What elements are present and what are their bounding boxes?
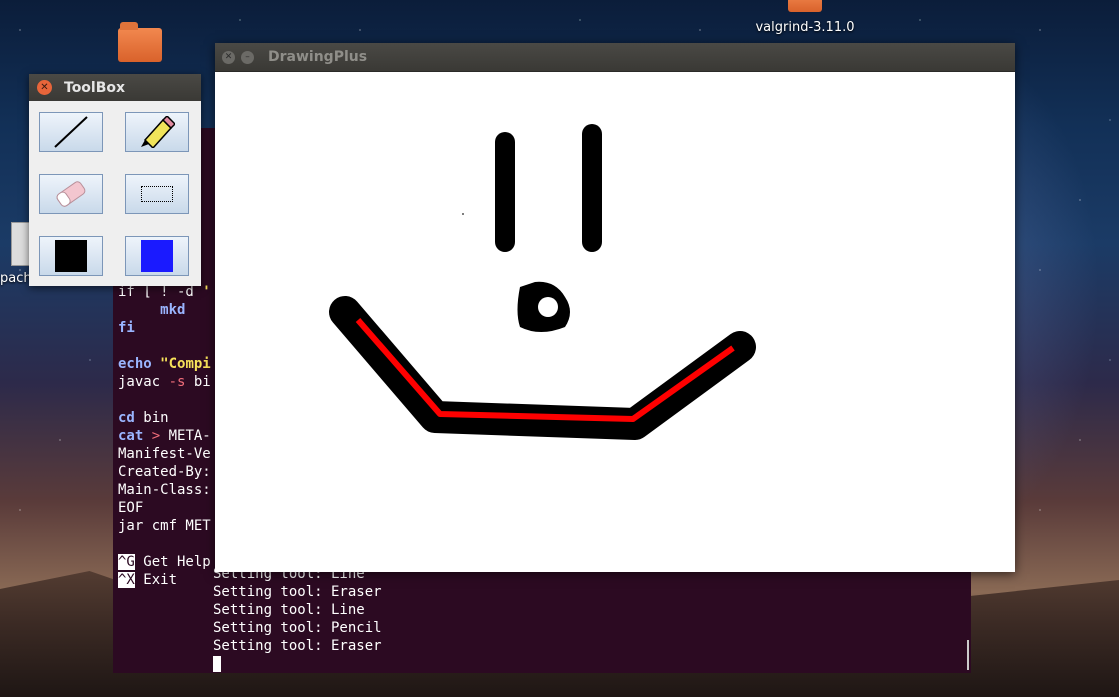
toolbox-window[interactable]: ✕ ToolBox: [29, 74, 201, 286]
terminal-code-line: mkd: [118, 302, 186, 318]
drawing-canvas[interactable]: [215, 72, 1015, 572]
pencil-icon: [141, 116, 175, 148]
terminal-code-line: EOF: [118, 500, 144, 516]
line-icon: [54, 116, 88, 148]
eraser-tool-button[interactable]: [39, 174, 103, 214]
terminal-cursor: [213, 656, 221, 672]
secondary-color-button[interactable]: [125, 236, 189, 276]
terminal-shortcut: ^X Exit: [118, 572, 178, 588]
toolbox-title: ToolBox: [64, 79, 126, 96]
drawing-window[interactable]: ✕ – DrawingPlus: [215, 43, 1015, 572]
terminal-output-line: Setting tool: Eraser: [213, 584, 382, 600]
nose-hole: [538, 297, 558, 317]
terminal-code-line: Main-Class:: [118, 482, 211, 498]
terminal-code-line: Manifest-Ve: [118, 446, 211, 462]
pencil-tool-button[interactable]: [125, 112, 189, 152]
canvas-drawing: [329, 124, 756, 440]
eraser-icon: [56, 181, 86, 207]
terminal-code-line: fi: [118, 320, 135, 336]
select-tool-button[interactable]: [125, 174, 189, 214]
selection-rectangle-icon: [141, 186, 173, 202]
drawing-titlebar[interactable]: ✕ – DrawingPlus: [215, 43, 1015, 72]
terminal-scrollbar[interactable]: [967, 640, 969, 670]
terminal-code-line: echo "Compi: [118, 356, 211, 372]
color-swatch-icon: [55, 240, 87, 272]
terminal-shortcuts: ^G Get Help ^X Exit: [118, 553, 211, 589]
close-icon[interactable]: ✕: [222, 50, 235, 64]
terminal-code-line: cd bin: [118, 410, 169, 426]
desktop-folder-label: valgrind-3.11.0: [755, 20, 855, 35]
terminal-shortcut: ^G Get Help: [118, 554, 211, 570]
primary-color-button[interactable]: [39, 236, 103, 276]
terminal-output-line: Setting tool: Line: [213, 602, 365, 618]
terminal-code-line: cat > META-: [118, 428, 211, 444]
terminal-output-line: Setting tool: Pencil: [213, 620, 382, 636]
stray-dot: [462, 213, 464, 215]
folder-icon: [118, 22, 162, 62]
desktop-folder-valgrind[interactable]: valgrind-3.11.0: [750, 0, 860, 35]
terminal-code-line: [118, 535, 211, 553]
terminal-code-line: [118, 337, 211, 355]
window-title: DrawingPlus: [268, 49, 368, 65]
terminal-code-line: jar cmf MET: [118, 518, 211, 534]
minimize-icon[interactable]: –: [241, 50, 254, 64]
color-swatch-icon: [141, 240, 173, 272]
desktop-side-label: pach: [0, 271, 32, 286]
line-tool-button[interactable]: [39, 112, 103, 152]
desktop-folder[interactable]: [118, 22, 162, 62]
terminal-code-line: javac -s bi: [118, 374, 211, 390]
terminal-code-line: [118, 391, 211, 409]
folder-icon: [788, 0, 822, 12]
terminal-output: Setting tool: Line Setting tool: Eraser Se…: [213, 565, 382, 673]
terminal-output-line: Setting tool: Eraser: [213, 638, 382, 654]
close-icon[interactable]: ✕: [37, 80, 52, 95]
terminal-code: if [ ! -d ' mkd fi echo "Compi javac -s bi…: [118, 283, 211, 553]
terminal-code-line: Created-By:: [118, 464, 211, 480]
toolbox-titlebar[interactable]: ✕ ToolBox: [29, 74, 201, 101]
